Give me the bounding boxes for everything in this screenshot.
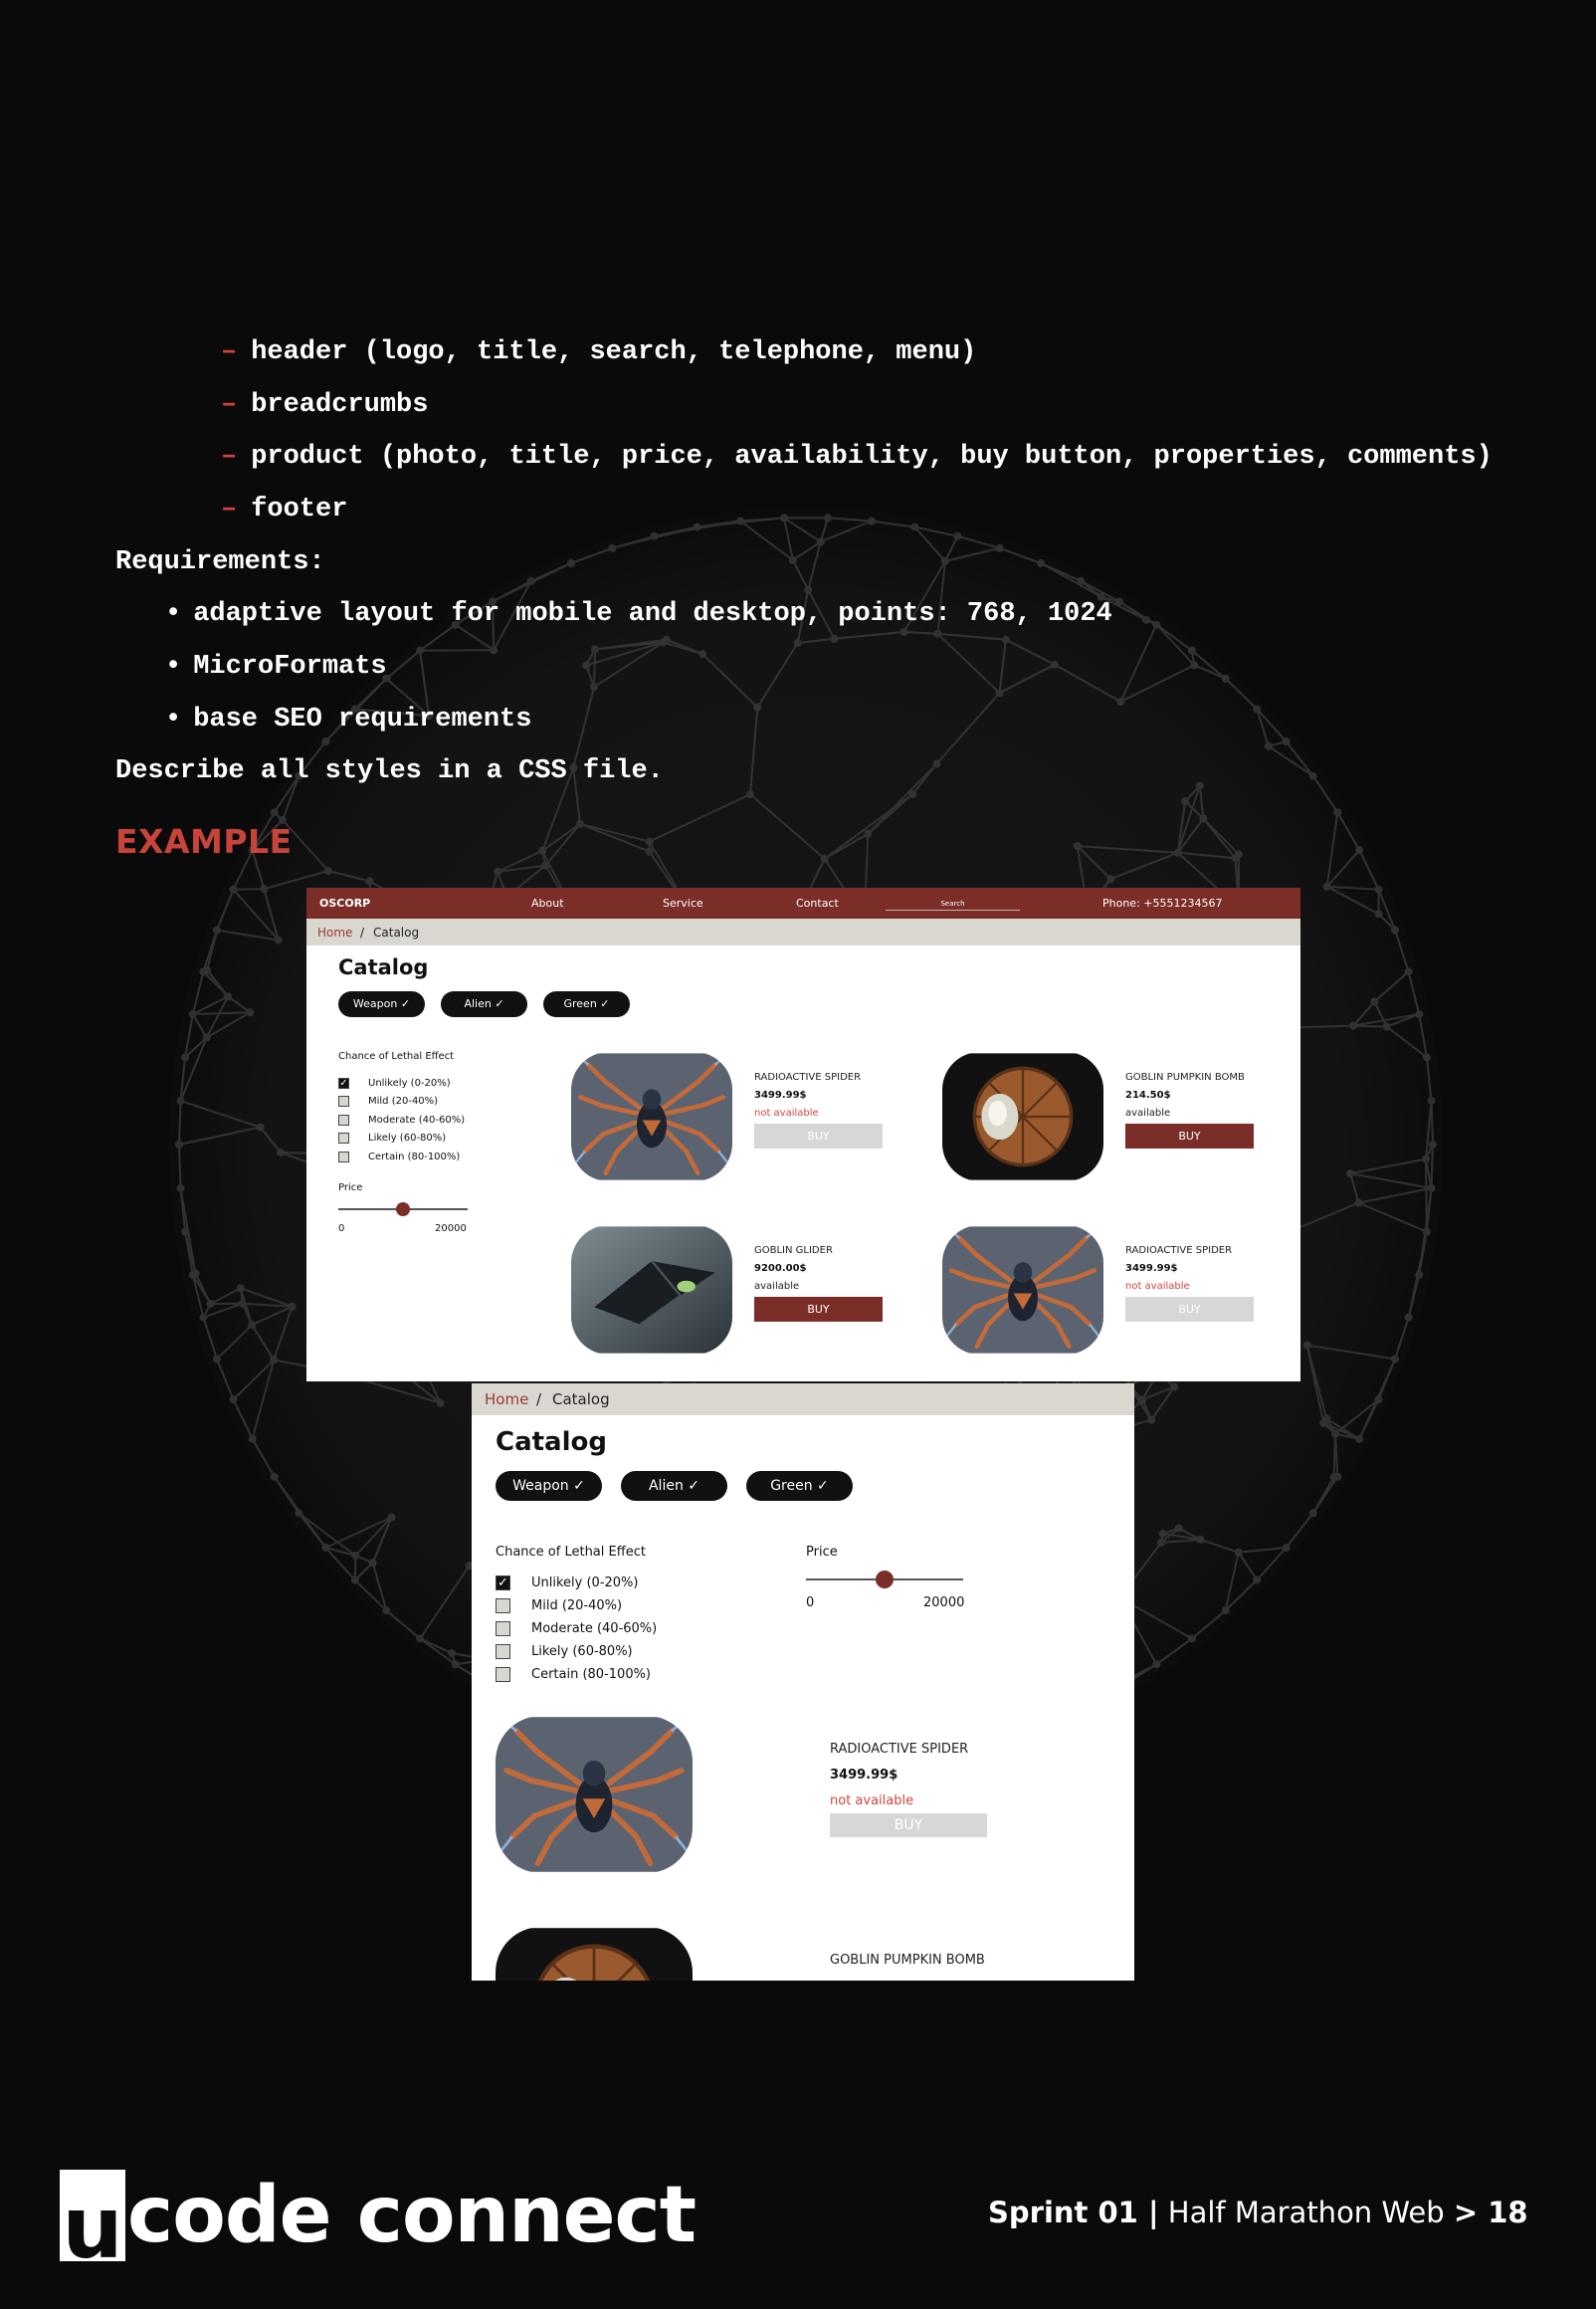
desktop-mockup: OSCORP About Service Contact Search Phon… (306, 888, 1300, 1381)
product-photo[interactable] (942, 1052, 1103, 1181)
mock-header: OSCORP About Service Contact Search Phon… (306, 888, 1300, 919)
buy-button[interactable]: BUY (1125, 1297, 1254, 1322)
lethal-option-label: Mild (20-40%) (368, 1096, 439, 1107)
lethal-option-label: Likely (60-80%) (368, 1133, 447, 1144)
product-availability: not available (830, 1793, 914, 1808)
catalog-title: Catalog (496, 1427, 607, 1457)
product-title[interactable]: GOBLIN GLIDER (754, 1245, 833, 1256)
product-photo[interactable] (942, 1225, 1103, 1355)
lethal-checkbox[interactable]: ✓ (338, 1078, 349, 1089)
price-max: 20000 (435, 1223, 467, 1234)
breadcrumb-separator: / (360, 926, 365, 940)
mock-nav-contact[interactable]: Contact (796, 897, 839, 910)
breadcrumb-home-link[interactable]: Home (485, 1390, 528, 1408)
mock-breadcrumb: Home / Catalog (472, 1383, 1134, 1415)
product-photo[interactable] (496, 1927, 693, 1981)
mobile-mockup: Home / Catalog Catalog Weapon ✓ Alien ✓ … (472, 1383, 1134, 1981)
structure-item: – product (photo, title, price, availabil… (221, 442, 1493, 472)
requirement-item: • MicroFormats (165, 652, 387, 682)
product-price: 3499.99$ (754, 1090, 807, 1101)
price-min: 0 (338, 1223, 345, 1234)
mock-nav-about[interactable]: About (531, 897, 564, 910)
filter-chip-alien[interactable]: Alien ✓ (441, 991, 527, 1017)
breadcrumb-current: Catalog (373, 926, 420, 940)
sprint-page-label: Sprint 01 | Half Marathon Web > 18 (988, 2196, 1528, 2229)
product-photo[interactable] (571, 1052, 732, 1181)
lethal-checkbox[interactable] (496, 1621, 510, 1636)
lethal-checkbox[interactable] (338, 1152, 349, 1162)
lethal-filter-title: Chance of Lethal Effect (496, 1545, 646, 1560)
structure-item: – header (logo, title, search, telephone,… (221, 337, 977, 367)
price-min: 0 (806, 1595, 815, 1610)
structure-item: – footer (221, 495, 348, 525)
mock-breadcrumb: Home / Catalog (306, 919, 1300, 945)
filter-chip-weapon[interactable]: Weapon ✓ (496, 1471, 602, 1501)
lethal-filter-title: Chance of Lethal Effect (338, 1051, 455, 1062)
lethal-option-label: Certain (80-100%) (368, 1152, 461, 1162)
product-title[interactable]: RADIOACTIVE SPIDER (1125, 1245, 1232, 1256)
buy-button[interactable]: BUY (754, 1124, 883, 1149)
lethal-checkbox[interactable] (496, 1644, 510, 1659)
lethal-option-label: Unlikely (0-20%) (368, 1078, 451, 1089)
price-label: Price (338, 1182, 363, 1193)
lethal-checkbox[interactable] (338, 1133, 349, 1144)
product-price: 9200.00$ (754, 1263, 807, 1274)
mock-search-input[interactable]: Search (886, 896, 1020, 911)
lethal-option-label: Unlikely (0-20%) (531, 1575, 639, 1590)
price-max: 20000 (923, 1595, 965, 1610)
price-slider-thumb[interactable] (396, 1202, 410, 1216)
product-title[interactable]: GOBLIN PUMPKIN BOMB (1125, 1072, 1245, 1083)
requirements-heading: Requirements: (115, 547, 325, 577)
product-photo[interactable] (571, 1225, 732, 1355)
mock-logo[interactable]: OSCORP (319, 897, 370, 910)
lethal-option-label: Certain (80-100%) (531, 1667, 652, 1682)
lethal-option-label: Moderate (40-60%) (368, 1115, 466, 1126)
sprint-number: Sprint 01 | (988, 2196, 1159, 2229)
product-availability: not available (754, 1108, 819, 1119)
lethal-checkbox[interactable] (496, 1598, 510, 1613)
price-slider-thumb[interactable] (876, 1571, 894, 1588)
filter-chip-alien[interactable]: Alien ✓ (621, 1471, 727, 1501)
breadcrumb-home-link[interactable]: Home (317, 926, 352, 940)
filter-chip-green[interactable]: Green ✓ (543, 991, 630, 1017)
logo-u-box: u (60, 2170, 125, 2261)
breadcrumb-current: Catalog (552, 1390, 610, 1408)
mock-phone: Phone: +5551234567 (1102, 897, 1223, 910)
buy-button[interactable]: BUY (1125, 1124, 1254, 1149)
product-availability: available (754, 1281, 800, 1292)
lethal-checkbox[interactable]: ✓ (496, 1575, 510, 1590)
example-heading: EXAMPLE (115, 822, 293, 861)
product-price: 3499.99$ (830, 1768, 898, 1783)
requirement-item: • adaptive layout for mobile and desktop,… (165, 599, 1112, 629)
product-title[interactable]: RADIOACTIVE SPIDER (830, 1742, 968, 1757)
product-price: 3499.99$ (1125, 1263, 1178, 1274)
lethal-option-label: Likely (60-80%) (531, 1644, 633, 1659)
lethal-option-label: Moderate (40-60%) (531, 1621, 658, 1636)
requirement-item: • base SEO requirements (165, 705, 532, 735)
product-photo[interactable] (496, 1716, 693, 1873)
filter-chip-weapon[interactable]: Weapon ✓ (338, 991, 425, 1017)
product-price: 214.50$ (1125, 1090, 1171, 1101)
logo-wordmark: code connect (127, 2171, 697, 2260)
catalog-title: Catalog (338, 955, 429, 979)
price-label: Price (806, 1545, 838, 1560)
product-availability: available (1125, 1108, 1171, 1119)
product-title[interactable]: RADIOACTIVE SPIDER (754, 1072, 861, 1083)
structure-item: – breadcrumbs (221, 390, 429, 420)
buy-button[interactable]: BUY (830, 1813, 987, 1837)
breadcrumb-separator: / (536, 1390, 542, 1408)
lethal-checkbox[interactable] (496, 1667, 510, 1682)
lethal-option-label: Mild (20-40%) (531, 1598, 623, 1613)
styles-note: Describe all styles in a CSS file. (115, 756, 664, 786)
product-availability: not available (1125, 1281, 1190, 1292)
mock-nav-service[interactable]: Service (663, 897, 703, 910)
product-title[interactable]: GOBLIN PUMPKIN BOMB (830, 1953, 985, 1968)
page-number: > 18 (1453, 2196, 1528, 2229)
lethal-checkbox[interactable] (338, 1096, 349, 1107)
buy-button[interactable]: BUY (754, 1297, 883, 1322)
course-name: Half Marathon Web (1158, 2196, 1454, 2229)
filter-chip-green[interactable]: Green ✓ (746, 1471, 853, 1501)
lethal-checkbox[interactable] (338, 1115, 349, 1126)
